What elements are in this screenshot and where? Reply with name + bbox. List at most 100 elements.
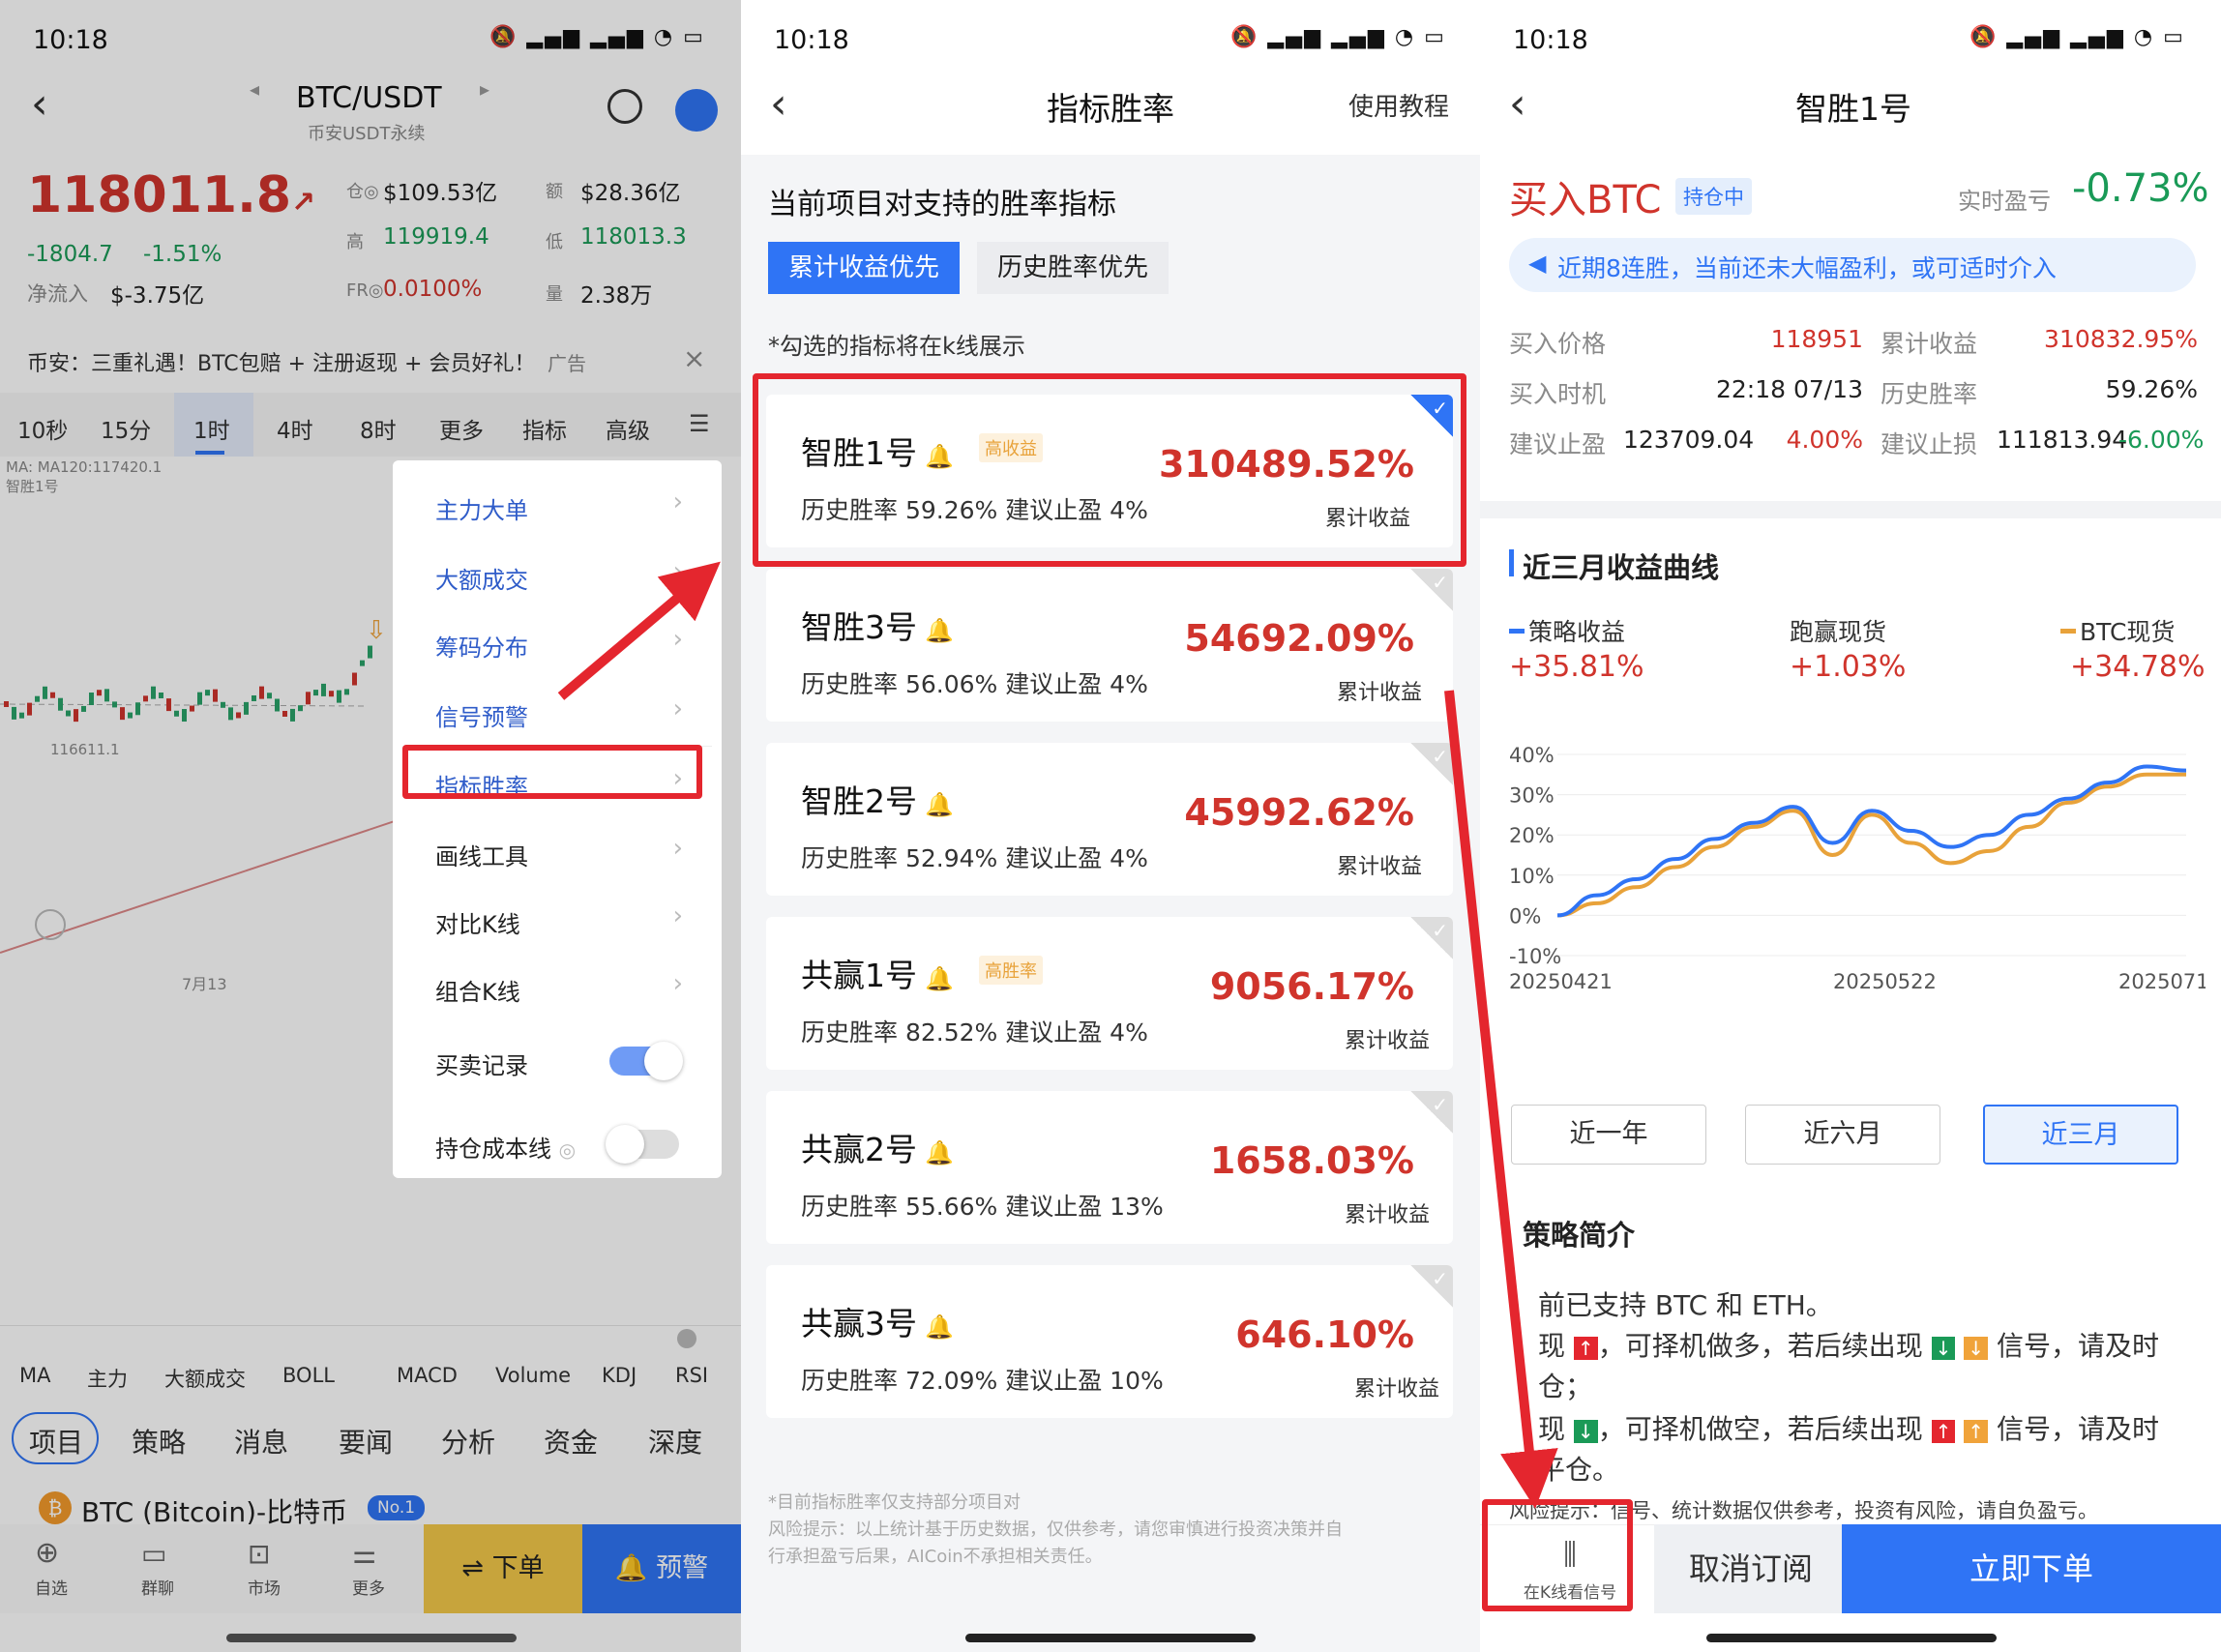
ind-macd[interactable]: MACD (397, 1364, 458, 1387)
order-now-button[interactable]: 立即下单 (1842, 1524, 2221, 1613)
unsubscribe-button[interactable]: 取消订阅 (1654, 1524, 1848, 1613)
settings-icon[interactable]: ☰ (689, 410, 710, 437)
candle (81, 705, 86, 712)
cost-line-toggle[interactable] (606, 1125, 679, 1164)
checkbox-icon[interactable]: ✓ (1410, 743, 1453, 785)
close-ad-icon[interactable]: × (683, 342, 705, 374)
menu-combo-kline[interactable]: 组合K线 (435, 973, 520, 1007)
next-pair-icon[interactable]: ▸ (480, 77, 489, 101)
range-3m-button[interactable]: 近三月 (1983, 1105, 2178, 1165)
chat-icon[interactable]: ▭ (141, 1538, 166, 1570)
indicator-card[interactable]: 智胜3号 🔔 历史胜率 56.06% 建议止盈 4% 54692.09% 累计收益… (766, 569, 1453, 722)
subtab-depth[interactable]: 深度 (648, 1422, 702, 1460)
order-button[interactable]: ⇌ 下单 (424, 1524, 582, 1613)
ad-text[interactable]: 币安：三重礼遇！BTC包赔 + 注册返现 + 会员好礼！ (27, 346, 535, 377)
tab-1h[interactable]: 1时 (193, 412, 230, 445)
divider (402, 746, 712, 747)
subtab-headlines[interactable]: 要闻 (339, 1422, 393, 1460)
status-icons: 🔕 ▂▄▆ ▂▄▆ ◔ ▭ (489, 25, 705, 49)
bottom-chat[interactable]: 群聊 (124, 1575, 192, 1599)
desc-line-2: 现 ↑ ，可择机做多，若后续出现 ↓ ↓ 信号，请及时 (1538, 1330, 2159, 1362)
legend-btc-value: +34.78% (2070, 650, 2206, 684)
subtab-funds[interactable]: 资金 (544, 1422, 598, 1460)
indicator-card[interactable]: 共赢3号 🔔 历史胜率 72.09% 建议止盈 10% 646.10% 累计收益 … (766, 1265, 1453, 1418)
ind-kdj[interactable]: KDJ (602, 1364, 637, 1387)
tab-advanced[interactable]: 高级 (606, 412, 650, 445)
range-1y-button[interactable]: 近一年 (1511, 1105, 1706, 1165)
tab-indicators[interactable]: 指标 (522, 412, 567, 445)
ind-ma[interactable]: MA (19, 1364, 50, 1387)
menu-chip-distribution[interactable]: 筹码分布 (435, 629, 528, 663)
ind-big[interactable]: 大额成交 (164, 1364, 246, 1393)
menu-big-trades[interactable]: 大额成交 (435, 561, 528, 595)
bottom-more[interactable]: 更多 (335, 1575, 402, 1599)
checkbox-icon[interactable]: ✓ (1410, 1091, 1453, 1134)
sort-winrate-button[interactable]: 历史胜率优先 (977, 242, 1169, 294)
indicator-card[interactable]: 智胜1号 🔔 高收益 历史胜率 59.26% 建议止盈 4% 310489.52%… (766, 395, 1453, 547)
menu-compare-kline[interactable]: 对比K线 (435, 905, 520, 939)
return-curve-chart[interactable]: 40% 30% 20% 10% 0% -10%20250421 20250522 202507… (1509, 731, 2206, 1060)
checkbox-icon[interactable]: ✓ (1410, 1265, 1453, 1308)
pair-sub: 币安USDT永续 (308, 124, 426, 144)
tutorial-link[interactable]: 使用教程 (1348, 87, 1449, 123)
scroll-dot-icon[interactable] (677, 1329, 696, 1348)
ind-rsi[interactable]: RSI (675, 1364, 708, 1387)
legend-btc: BTC现货 (2080, 618, 2176, 646)
status-icons: 🔕 ▂▄▆ ▂▄▆ ◔ ▭ (1969, 25, 2185, 49)
candle (259, 686, 264, 699)
alert-label: 预警 (656, 1553, 709, 1583)
ind-volume[interactable]: Volume (495, 1364, 571, 1387)
status-time: 10:18 (774, 25, 849, 55)
bell-icon: 🔔 (925, 1139, 954, 1166)
indicator-card[interactable]: 共赢2号 🔔 历史胜率 55.66% 建议止盈 13% 1658.03% 累计收益… (766, 1091, 1453, 1244)
ind-boll[interactable]: BOLL (282, 1364, 335, 1387)
subtab-analysis[interactable]: 分析 (441, 1422, 495, 1460)
search-icon[interactable] (607, 89, 642, 124)
candle (159, 692, 163, 698)
kline-signal-icon[interactable]: ⫼ (1507, 1538, 1633, 1572)
tab-10s[interactable]: 10秒 (17, 412, 68, 445)
checkbox-checked-icon[interactable]: ✓ (1410, 395, 1453, 437)
tab-4h[interactable]: 4时 (277, 412, 313, 445)
y-tick-label: 20% (1509, 824, 1555, 847)
market-icon[interactable]: ⊡ (248, 1538, 270, 1570)
bottom-market[interactable]: 市场 (230, 1575, 298, 1599)
sort-cumulative-button[interactable]: 累计收益优先 (768, 242, 960, 294)
tab-15m[interactable]: 15分 (101, 412, 151, 445)
tab-8h[interactable]: 8时 (360, 412, 397, 445)
alert-button[interactable]: 🔔 预警 (582, 1524, 741, 1613)
trade-records-toggle[interactable] (609, 1042, 683, 1080)
back-icon[interactable]: ‹ (31, 79, 48, 129)
robot-avatar-icon[interactable] (675, 89, 718, 132)
indicator-card[interactable]: 智胜2号 🔔 历史胜率 52.94% 建议止盈 4% 45992.62% 累计收益… (766, 743, 1453, 896)
checkbox-icon[interactable]: ✓ (1410, 569, 1453, 611)
card-history: 历史胜率 56.06% 建议止盈 4% (801, 670, 1148, 698)
candle (360, 660, 365, 666)
menu-main-orders[interactable]: 主力大单 (435, 491, 528, 525)
ind-main[interactable]: 主力 (87, 1364, 128, 1393)
tab-more[interactable]: 更多 (439, 412, 484, 445)
date-label: 7月13 (182, 975, 227, 993)
range-6m-button[interactable]: 近六月 (1745, 1105, 1940, 1165)
subtab-strategy[interactable]: 策略 (132, 1422, 186, 1460)
subtab-project[interactable]: 项目 (29, 1422, 83, 1460)
more-icon[interactable]: ⚌ (352, 1538, 376, 1570)
back-icon[interactable]: ‹ (770, 79, 787, 129)
expand-icon[interactable] (35, 909, 66, 940)
menu-draw-tools[interactable]: 画线工具 (435, 838, 528, 871)
subtab-news[interactable]: 消息 (234, 1422, 288, 1460)
indicator-card[interactable]: 共赢1号 🔔 高胜率 历史胜率 82.52% 建议止盈 4% 9056.17% 累… (766, 917, 1453, 1070)
bottom-watchlist[interactable]: 自选 (17, 1575, 85, 1599)
card-label: 累计收益 (1337, 681, 1423, 705)
kline-signal-label[interactable]: 在K线看信号 (1499, 1578, 1641, 1603)
menu-signal-alert[interactable]: 信号预警 (435, 698, 528, 732)
checkbox-icon[interactable]: ✓ (1410, 917, 1453, 959)
watchlist-icon[interactable]: ⊕ (35, 1536, 59, 1570)
prev-pair-icon[interactable]: ◂ (250, 77, 259, 101)
candle (166, 698, 171, 712)
inflow-label: 净流入 (27, 282, 88, 306)
home-indicator (226, 1634, 517, 1642)
oi-value: $109.53亿 (383, 181, 498, 206)
menu-indicator-winrate[interactable]: 指标胜率 (435, 768, 528, 802)
back-icon[interactable]: ‹ (1509, 79, 1526, 129)
